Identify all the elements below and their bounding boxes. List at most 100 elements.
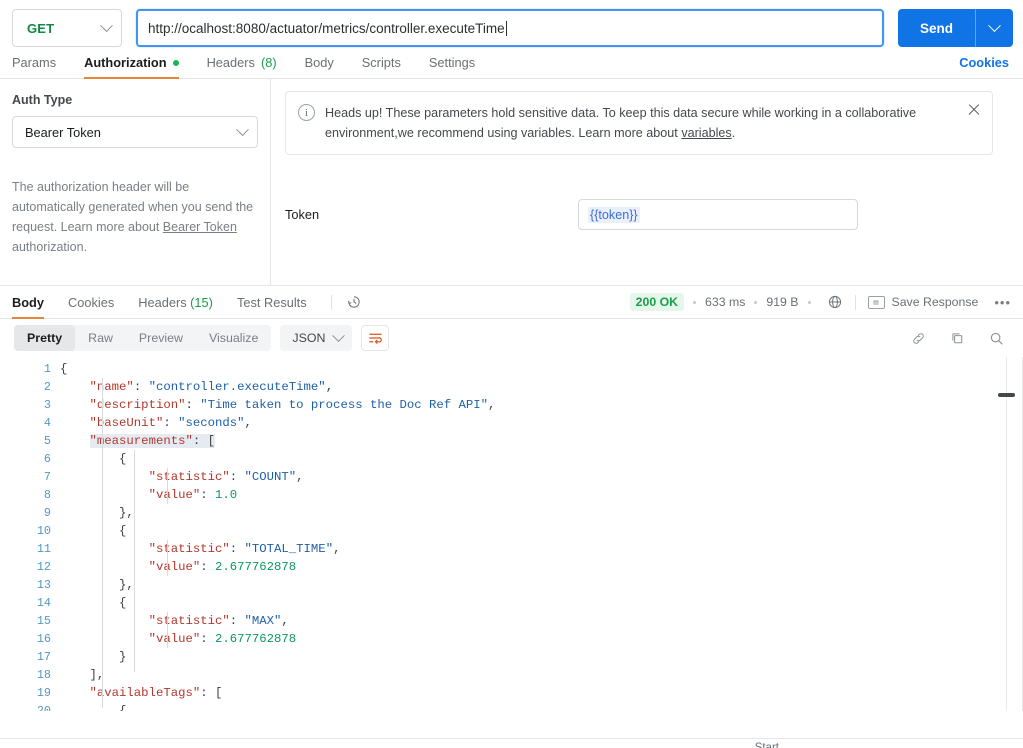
banner-text: Heads up! These parameters hold sensitiv… xyxy=(325,103,980,143)
code-token: "availableTags" xyxy=(89,686,201,700)
separator-dot xyxy=(807,300,811,304)
code-line: { xyxy=(60,594,1023,612)
line-number: 14 xyxy=(36,596,51,610)
response-size: 919 B xyxy=(766,295,799,309)
code-line: { xyxy=(60,450,1023,468)
auth-type-label: Auth Type xyxy=(12,93,73,107)
line-number: 17 xyxy=(36,650,51,664)
auth-type-dropdown[interactable]: Bearer Token xyxy=(12,116,258,148)
cookies-link[interactable]: Cookies xyxy=(959,55,1009,70)
search-icon[interactable] xyxy=(988,330,1005,347)
line-number: 13 xyxy=(36,578,51,592)
fold-guide xyxy=(134,450,135,672)
view-mode-visualize[interactable]: Visualize xyxy=(196,325,271,351)
code-line: { xyxy=(60,360,1023,378)
send-button[interactable]: Send xyxy=(897,9,975,47)
separator-dot xyxy=(754,300,758,304)
code-line: }, xyxy=(60,504,1023,522)
code-token: { xyxy=(119,452,127,466)
response-tab-cookies[interactable]: Cookies xyxy=(68,286,114,319)
auth-details-column: i Heads up! These parameters hold sensit… xyxy=(271,79,1023,285)
line-number: 6 xyxy=(43,452,51,466)
code-token: "measurements" xyxy=(89,434,193,448)
response-body-code[interactable]: 1 2 3 4 5 6 7 8 9 10 11 12 13 14 15 16 17 18 19 20 { "name"… xyxy=(0,357,1023,711)
tab-label: Authorization xyxy=(84,55,167,70)
code-scrollbar-track[interactable] xyxy=(1006,357,1007,711)
format-dropdown[interactable]: JSON xyxy=(280,325,353,351)
request-tabs: Params Authorization Headers (8) Body Sc… xyxy=(0,48,1023,79)
auth-type-value: Bearer Token xyxy=(25,124,101,140)
code-token: : xyxy=(133,380,149,394)
tab-body[interactable]: Body xyxy=(305,55,334,78)
viewer-action-icons xyxy=(910,330,1005,347)
close-icon[interactable] xyxy=(967,103,981,117)
http-method-select[interactable]: GET xyxy=(12,9,122,47)
url-input[interactable]: http://ocalhost:8080/actuator/metrics/co… xyxy=(136,9,884,47)
separator-dot xyxy=(693,300,697,304)
code-token: "Time taken to process the Doc Ref API" xyxy=(200,398,489,412)
postman-window: GET http://ocalhost:8080/actuator/metric… xyxy=(0,0,1023,748)
status-badge: 200 OK xyxy=(629,293,685,311)
view-mode-pretty[interactable]: Pretty xyxy=(14,325,76,351)
view-mode-preview[interactable]: Preview xyxy=(126,325,196,351)
view-mode-raw[interactable]: Raw xyxy=(75,325,126,351)
token-row: Token {{token}} xyxy=(285,199,993,230)
response-tab-headers[interactable]: Headers (15) xyxy=(138,286,213,319)
token-input[interactable]: {{token}} xyxy=(578,199,858,230)
code-token: }, xyxy=(119,506,134,520)
code-token: "value" xyxy=(148,632,201,646)
copy-icon[interactable] xyxy=(949,330,966,347)
status-bar: Postbot Runner Start Proxy Cookies Vault… xyxy=(0,738,1023,748)
bearer-token-link[interactable]: Bearer Token xyxy=(163,220,237,234)
tab-params[interactable]: Params xyxy=(12,55,56,78)
wrap-lines-icon xyxy=(369,333,382,344)
line-number: 20 xyxy=(36,704,51,711)
line-number: 11 xyxy=(36,542,51,556)
line-number-gutter: 1 2 3 4 5 6 7 8 9 10 11 12 13 14 15 16 17 18 19 20 xyxy=(0,357,60,711)
authorization-panel: Auth Type Bearer Token The authorization… xyxy=(0,79,1023,286)
divider xyxy=(854,294,856,310)
link-icon[interactable] xyxy=(910,330,927,347)
variables-link[interactable]: variables xyxy=(681,126,731,140)
chevron-down-icon xyxy=(100,18,113,32)
code-line: "description": "Time taken to process th… xyxy=(60,396,1023,414)
code-token: [ xyxy=(207,434,215,448)
code-token: [ xyxy=(215,686,223,700)
code-token: : xyxy=(229,470,245,484)
globe-icon[interactable] xyxy=(827,294,843,310)
response-tabs: Body Cookies Headers (15) Test Results 2… xyxy=(0,286,1023,319)
code-token: 1.0 xyxy=(214,488,238,502)
ellipsis-icon[interactable]: ••• xyxy=(994,295,1011,310)
line-number: 7 xyxy=(43,470,51,484)
tab-scripts[interactable]: Scripts xyxy=(362,55,401,78)
panel-collapse-handle[interactable] xyxy=(998,393,1015,397)
code-token: "TOTAL_TIME" xyxy=(244,542,334,556)
response-tab-test-results[interactable]: Test Results xyxy=(237,286,307,319)
fold-guide xyxy=(102,378,103,708)
send-options-button[interactable] xyxy=(975,9,1013,47)
code-line: "availableTags": [ xyxy=(60,684,1023,702)
line-number: 19 xyxy=(36,686,51,700)
save-response-icon[interactable]: ▤ xyxy=(867,295,885,309)
code-token: , xyxy=(333,542,341,556)
code-line: }, xyxy=(60,576,1023,594)
code-token: : xyxy=(200,632,215,646)
code-token: { xyxy=(60,362,68,376)
response-tab-body[interactable]: Body xyxy=(12,286,44,319)
code-line: { xyxy=(60,702,1023,711)
fold-guide xyxy=(167,468,168,504)
code-token: "controller.executeTime" xyxy=(148,380,326,394)
code-token: : xyxy=(192,434,208,448)
tab-label: Body xyxy=(12,294,44,310)
wrap-lines-button[interactable] xyxy=(361,325,390,351)
clock-history-icon[interactable] xyxy=(346,294,362,310)
code-line: "baseUnit": "seconds", xyxy=(60,414,1023,432)
tab-authorization[interactable]: Authorization xyxy=(84,55,180,79)
status-item-start-proxy[interactable]: Start Proxy xyxy=(741,742,801,748)
save-response-button[interactable]: Save Response xyxy=(892,295,979,309)
tab-settings[interactable]: Settings xyxy=(429,55,475,78)
code-line: "statistic": "COUNT", xyxy=(60,468,1023,486)
chevron-down-icon xyxy=(988,18,1001,32)
tab-headers[interactable]: Headers (8) xyxy=(207,55,277,78)
response-meta: 200 OK 633 ms 919 B ▤ Save Response ••• xyxy=(629,293,1011,311)
